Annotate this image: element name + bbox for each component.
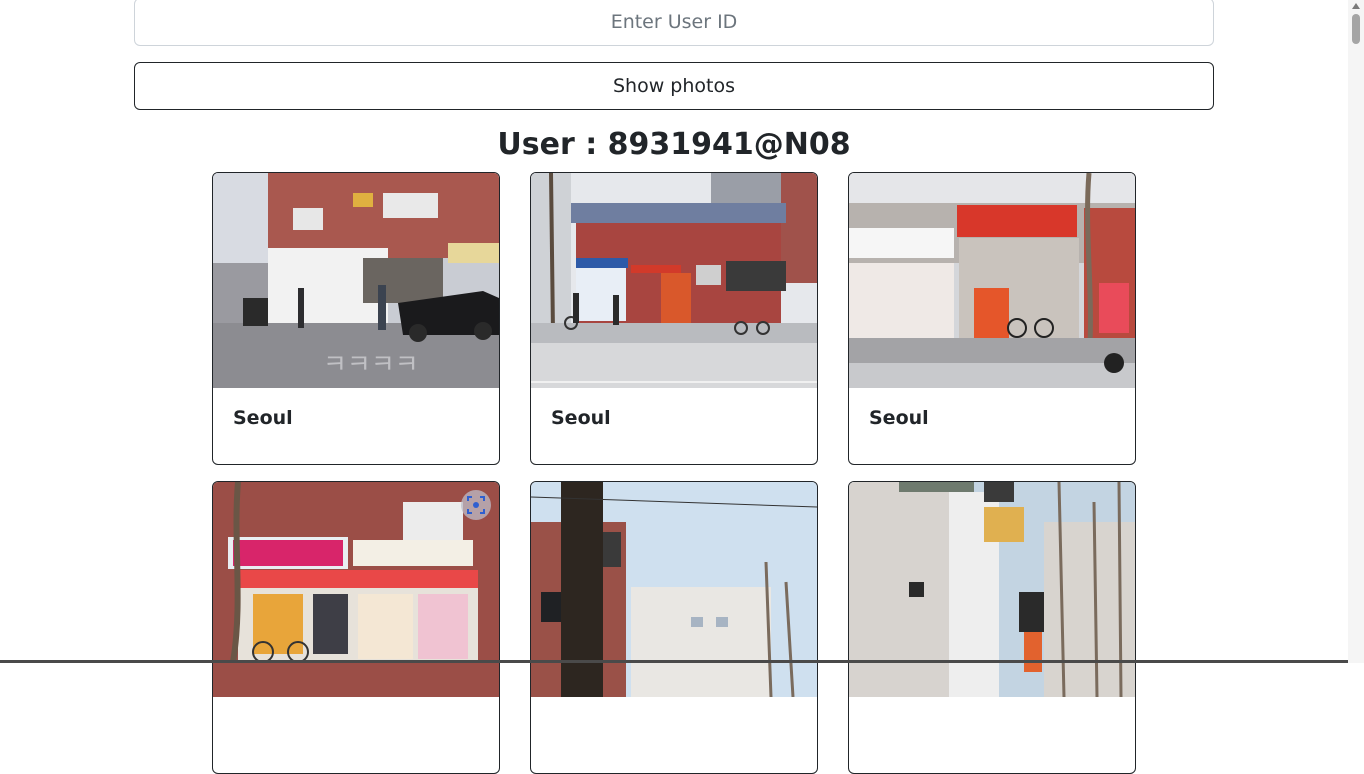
street-photo [531,173,817,388]
user-id-input[interactable] [134,0,1214,46]
photo-card[interactable] [212,481,500,774]
street-photo: ㅋㅋㅋㅋ [213,173,499,388]
scroll-up-arrow-icon[interactable] [1352,3,1360,9]
street-photo [531,482,817,697]
scrollbar-thumb[interactable] [1352,14,1360,44]
card-title: Seoul [551,407,611,429]
photo-card[interactable]: ㅋㅋㅋㅋ Seoul [212,172,500,465]
card-title: Seoul [869,407,929,429]
street-photo [849,482,1135,697]
card-title: Seoul [233,407,293,429]
svg-text:ㅋㅋㅋㅋ: ㅋㅋㅋㅋ [323,350,419,380]
visual-search-icon[interactable] [461,490,491,520]
show-photos-button[interactable]: Show photos [134,62,1214,110]
photo-card[interactable] [530,481,818,774]
photo-card[interactable]: Seoul [848,172,1136,465]
user-heading: User : 8931941@N08 [497,127,851,162]
scrollbar[interactable] [1348,0,1364,663]
street-photo [213,482,499,697]
photo-card[interactable]: Seoul [530,172,818,465]
street-photo [849,173,1135,388]
photo-card[interactable] [848,481,1136,774]
